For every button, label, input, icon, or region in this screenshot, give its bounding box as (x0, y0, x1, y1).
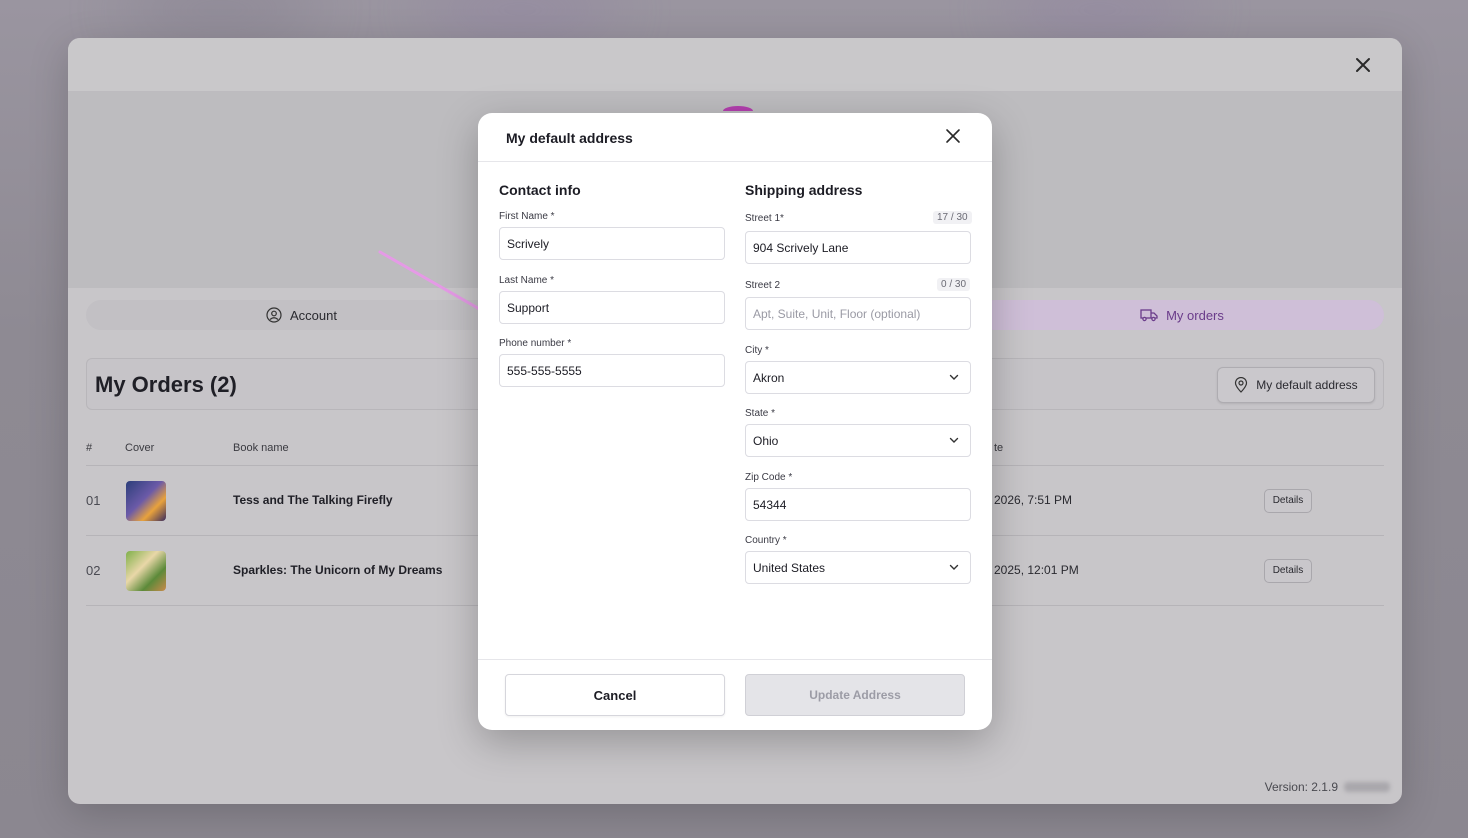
column-header-cover: Cover (125, 442, 155, 454)
country-label: Country * (745, 535, 787, 546)
book-name: Tess and The Talking Firefly (233, 493, 393, 507)
column-header-date: te (994, 442, 1004, 454)
row-number: 01 (86, 493, 101, 508)
chevron-down-icon (949, 374, 959, 380)
street1-field[interactable] (745, 231, 971, 264)
tab-account-label: Account (290, 307, 337, 323)
column-header-number: # (86, 442, 93, 454)
city-label: City * (745, 345, 769, 356)
last-name-label: Last Name * (499, 275, 555, 286)
zip-code-label: Zip Code * (745, 472, 793, 483)
state-value: Ohio (753, 433, 779, 448)
country-select[interactable]: United States (745, 551, 971, 584)
location-pin-icon (1235, 377, 1248, 393)
account-modal-header (68, 38, 1402, 92)
tab-my-orders[interactable]: My orders (980, 300, 1384, 330)
book-name: Sparkles: The Unicorn of My Dreams (233, 563, 443, 577)
dialog-title: My default address (506, 130, 633, 146)
chevron-down-icon (949, 564, 959, 570)
dialog-header: My default address (478, 113, 992, 162)
state-label: State * (745, 408, 776, 419)
first-name-field[interactable] (499, 227, 725, 260)
tab-account[interactable]: Account (266, 306, 337, 324)
cancel-button[interactable]: Cancel (505, 674, 725, 716)
user-circle-icon (266, 307, 282, 323)
street2-char-counter: 0 / 30 (937, 278, 971, 291)
shipping-address-title: Shipping address (745, 182, 863, 198)
contact-info-title: Contact info (499, 182, 581, 198)
book-cover-image (126, 551, 166, 591)
street1-label: Street 1* (745, 213, 784, 224)
zip-code-field[interactable] (745, 488, 971, 521)
order-date: 2026, 7:51 PM (994, 493, 1073, 507)
order-date: 2025, 12:01 PM (994, 563, 1079, 577)
country-value: United States (753, 560, 826, 575)
my-default-address-label: My default address (1256, 378, 1358, 392)
tab-my-orders-label: My orders (1166, 307, 1224, 323)
street1-char-counter: 17 / 30 (933, 211, 972, 224)
column-header-book-name: Book name (233, 442, 289, 454)
phone-number-field[interactable] (499, 354, 725, 387)
chevron-down-icon (949, 437, 959, 443)
close-icon[interactable] (1352, 54, 1374, 76)
update-address-button[interactable]: Update Address (745, 674, 965, 716)
book-cover-image (126, 481, 166, 521)
row-number: 02 (86, 563, 101, 578)
truck-icon (1140, 309, 1158, 322)
redacted-build (1344, 782, 1390, 792)
city-value: Akron (753, 370, 785, 385)
dialog-footer: Cancel Update Address (478, 659, 992, 730)
street2-label: Street 2 (745, 280, 781, 291)
version-text: Version: 2.1.9 (1264, 780, 1338, 794)
page-title: My Orders (2) (95, 372, 237, 397)
first-name-label: First Name * (499, 211, 555, 222)
default-address-dialog: My default address Contact info First Na… (478, 113, 992, 730)
state-select[interactable]: Ohio (745, 424, 971, 457)
dialog-close-icon[interactable] (942, 125, 964, 147)
street2-field[interactable] (745, 297, 971, 330)
city-select[interactable]: Akron (745, 361, 971, 394)
my-default-address-button[interactable]: My default address (1217, 367, 1375, 403)
details-button[interactable]: Details (1264, 489, 1312, 513)
version-label: Version: 2.1.9 (1265, 780, 1390, 794)
phone-number-label: Phone number * (499, 338, 572, 349)
details-button[interactable]: Details (1264, 559, 1312, 583)
last-name-field[interactable] (499, 291, 725, 324)
